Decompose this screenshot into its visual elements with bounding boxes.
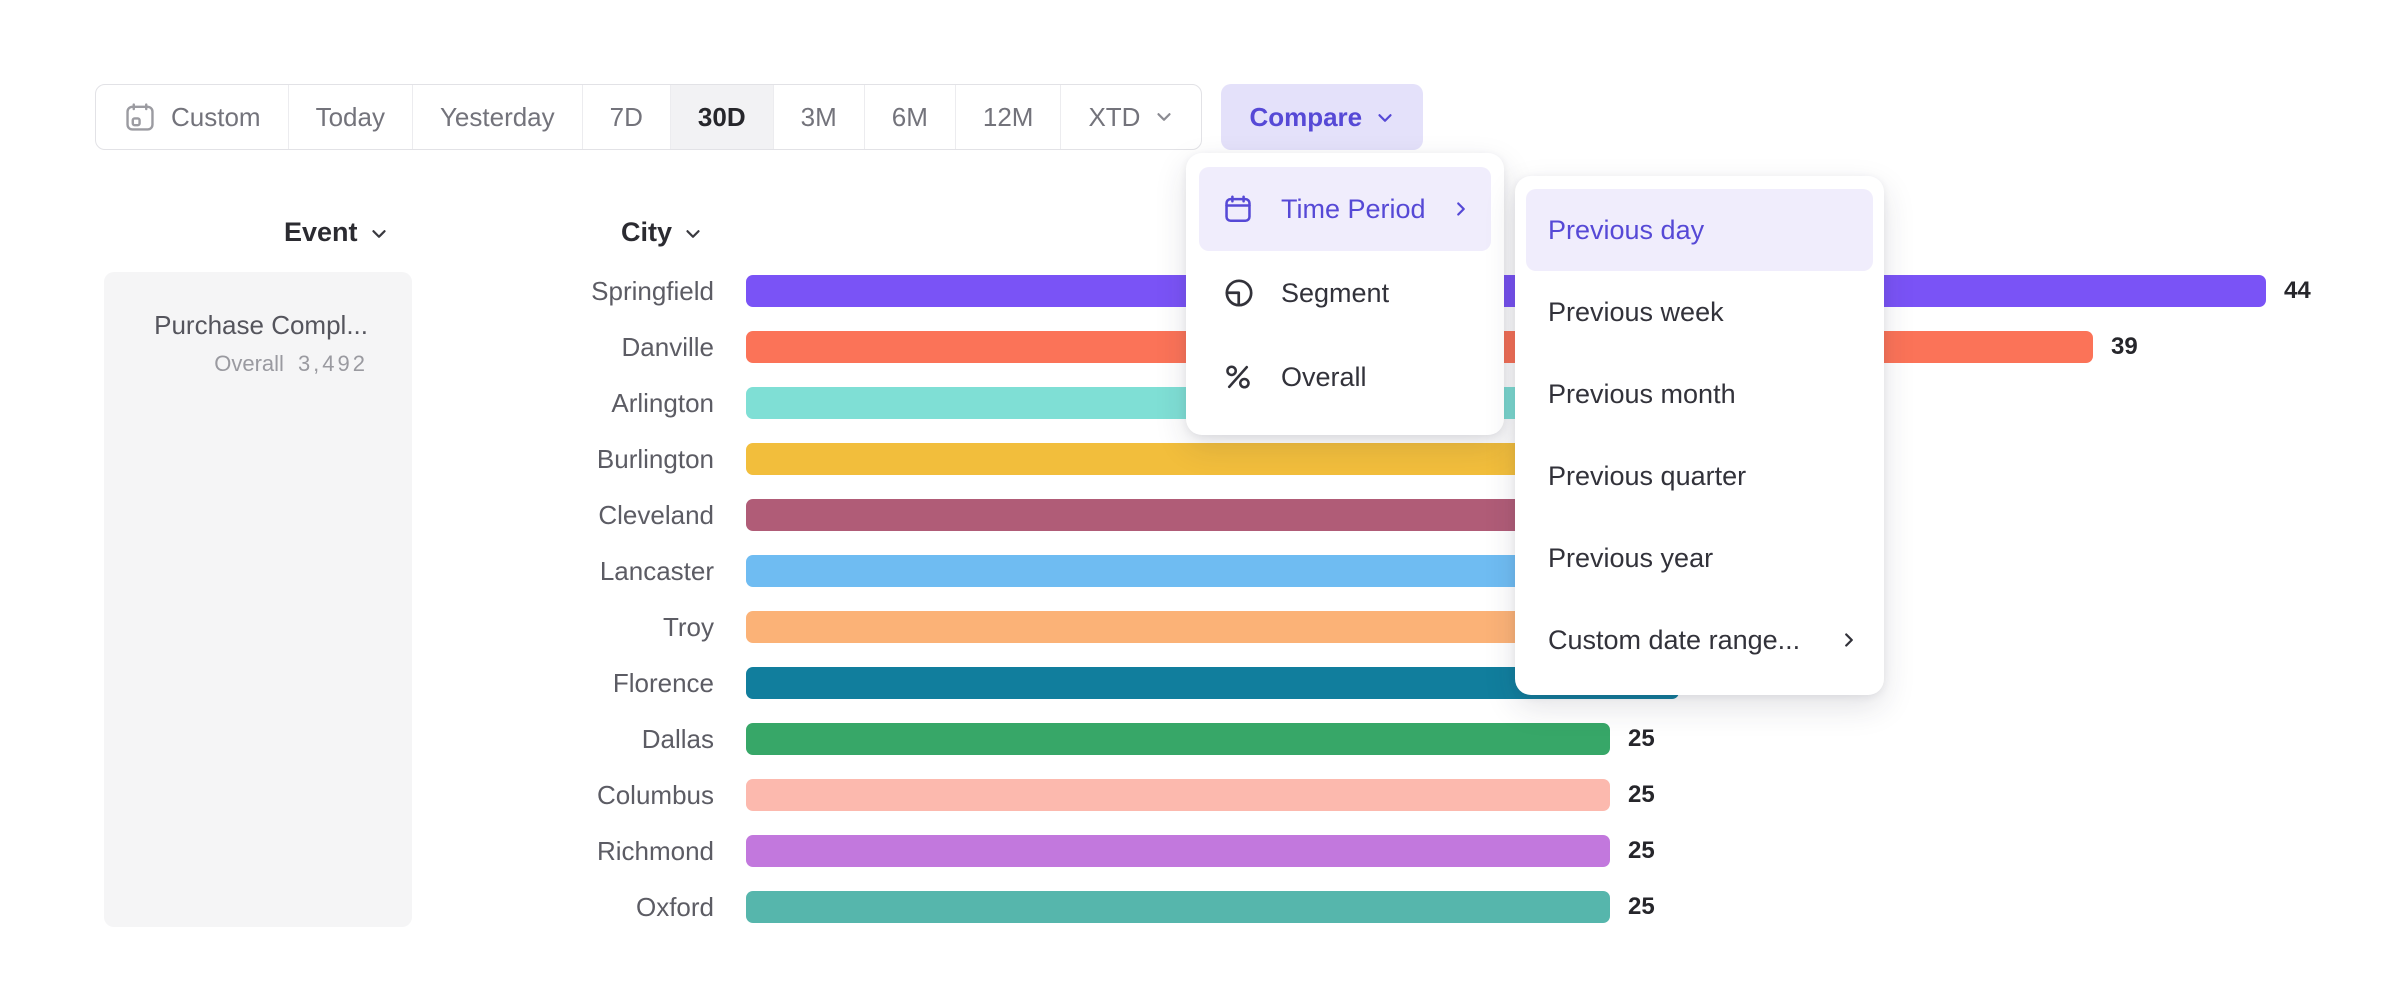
chart-row: Cleveland	[0, 487, 2311, 543]
range-3m[interactable]: 3M	[774, 85, 865, 149]
row-label: Cleveland	[0, 500, 714, 531]
row-label: Lancaster	[0, 556, 714, 587]
menu-item-label: Previous year	[1548, 543, 1713, 574]
menu-item-previous-week[interactable]: Previous week	[1526, 271, 1873, 353]
bar-springfield[interactable]	[746, 275, 2266, 307]
row-label: Florence	[0, 668, 714, 699]
menu-item-label: Previous quarter	[1548, 461, 1746, 492]
menu-item-previous-day[interactable]: Previous day	[1526, 189, 1873, 271]
range-label: Yesterday	[440, 102, 555, 133]
percent-icon	[1222, 361, 1256, 393]
calendar-grid-icon	[1222, 193, 1256, 225]
range-6m[interactable]: 6M	[865, 85, 956, 149]
range-label: 7D	[610, 102, 643, 133]
chevron-down-icon	[1154, 107, 1174, 127]
menu-item-label: Segment	[1281, 278, 1389, 309]
range-12m[interactable]: 12M	[956, 85, 1062, 149]
menu-item-label: Previous week	[1548, 297, 1724, 328]
range-label: Today	[316, 102, 385, 133]
bar-chart: Springfield 44 Danville 39 Arlington Burlingt…	[0, 263, 2311, 935]
bar-value: 25	[1628, 837, 1655, 865]
chevron-right-icon	[1839, 630, 1859, 650]
menu-item-time-period[interactable]: Time Period	[1199, 167, 1491, 251]
bar-richmond[interactable]	[746, 835, 1610, 867]
menu-item-label: Overall	[1281, 362, 1367, 393]
range-xtd[interactable]: XTD	[1061, 85, 1201, 149]
chevron-right-icon	[1451, 199, 1471, 219]
menu-item-label: Custom date range...	[1548, 625, 1800, 656]
row-label: Oxford	[0, 892, 714, 923]
range-label: 3M	[801, 102, 837, 133]
compare-button-label: Compare	[1249, 102, 1362, 133]
chart-row: Oxford 25	[0, 879, 2311, 935]
chart-row: Burlington	[0, 431, 2311, 487]
segment-icon	[1222, 276, 1256, 310]
bar-dallas[interactable]	[746, 723, 1610, 755]
range-today[interactable]: Today	[289, 85, 413, 149]
chart-row: Florence	[0, 655, 2311, 711]
compare-button[interactable]: Compare	[1221, 84, 1423, 150]
range-label: Custom	[171, 102, 261, 133]
range-label: 30D	[698, 102, 746, 133]
row-label: Troy	[0, 612, 714, 643]
bar-value: 25	[1628, 781, 1655, 809]
row-label: Burlington	[0, 444, 714, 475]
calendar-icon	[123, 100, 157, 134]
date-range-toolbar: Custom Today Yesterday 7D 30D 3M 6M 12M XTD Comp…	[95, 84, 1423, 150]
range-30d[interactable]: 30D	[671, 85, 774, 149]
row-label: Danville	[0, 332, 714, 363]
chart-row: Danville 39	[0, 319, 2311, 375]
menu-item-custom-date-range[interactable]: Custom date range...	[1526, 599, 1873, 681]
range-7d[interactable]: 7D	[583, 85, 671, 149]
bar-value: 44	[2284, 277, 2311, 305]
menu-item-previous-year[interactable]: Previous year	[1526, 517, 1873, 599]
range-custom[interactable]: Custom	[96, 85, 289, 149]
time-period-submenu: Previous day Previous week Previous month P…	[1515, 176, 1884, 695]
row-label: Columbus	[0, 780, 714, 811]
menu-item-overall[interactable]: Overall	[1199, 335, 1491, 419]
event-column-header[interactable]: Event	[284, 217, 389, 248]
menu-item-label: Previous month	[1548, 379, 1736, 410]
event-column-header-label: Event	[284, 217, 358, 248]
bar-oxford[interactable]	[746, 891, 1610, 923]
bar-value: 39	[2111, 333, 2138, 361]
row-label: Arlington	[0, 388, 714, 419]
city-column-header-label: City	[621, 217, 672, 248]
range-label: XTD	[1088, 102, 1140, 133]
date-range-control: Custom Today Yesterday 7D 30D 3M 6M 12M XTD	[95, 84, 1202, 150]
menu-item-label: Time Period	[1281, 194, 1426, 225]
chevron-down-icon	[1375, 108, 1395, 128]
row-label: Richmond	[0, 836, 714, 867]
menu-item-label: Previous day	[1548, 215, 1704, 246]
city-column-header[interactable]: City	[621, 217, 703, 248]
chart-row: Troy	[0, 599, 2311, 655]
bar-value: 25	[1628, 725, 1655, 753]
row-label: Dallas	[0, 724, 714, 755]
compare-menu: Time Period Segment Overall	[1186, 153, 1504, 435]
row-label: Springfield	[0, 276, 714, 307]
chart-row: Arlington	[0, 375, 2311, 431]
range-yesterday[interactable]: Yesterday	[413, 85, 583, 149]
chart-row: Lancaster	[0, 543, 2311, 599]
menu-item-segment[interactable]: Segment	[1199, 251, 1491, 335]
chevron-down-icon	[683, 224, 703, 244]
bar-columbus[interactable]	[746, 779, 1610, 811]
menu-item-previous-quarter[interactable]: Previous quarter	[1526, 435, 1873, 517]
range-label: 6M	[892, 102, 928, 133]
chart-row: Richmond 25	[0, 823, 2311, 879]
menu-item-previous-month[interactable]: Previous month	[1526, 353, 1873, 435]
chevron-down-icon	[369, 224, 389, 244]
range-label: 12M	[983, 102, 1034, 133]
chart-row: Columbus 25	[0, 767, 2311, 823]
chart-row: Springfield 44	[0, 263, 2311, 319]
bar-value: 25	[1628, 893, 1655, 921]
chart-row: Dallas 25	[0, 711, 2311, 767]
